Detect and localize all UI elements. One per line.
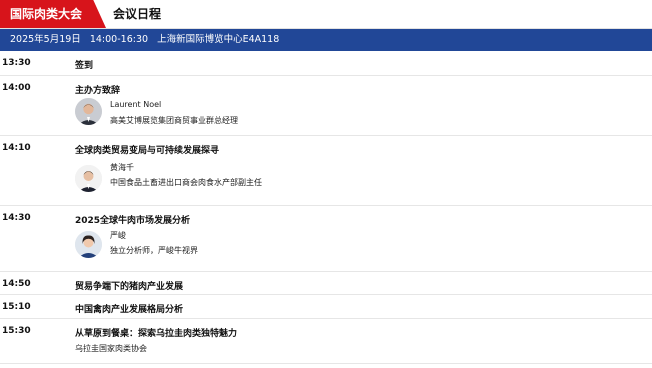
speaker-role: 高美艾博展览集团商贸事业群总经理 [110,116,238,125]
agenda-time: 13:30 [2,58,31,68]
agenda-time: 14:00 [2,83,31,93]
speaker-avatar [75,231,102,258]
agenda-title: 全球肉类贸易变局与可持续发展探寻 [75,146,220,156]
speaker-avatar [75,165,102,192]
speaker-name: 严峻 [110,231,126,240]
top-bar: 国际肉类大会 会议日程 [0,0,652,28]
speaker-card: 严峻 独立分析师，严峻牛视界 [75,228,375,260]
agenda-title: 中国禽肉产业发展格局分析 [75,305,184,315]
speaker-role: 独立分析师，严峻牛视界 [110,246,198,255]
agenda-title: 贸易争端下的猪肉产业发展 [75,282,184,292]
female-avatar-icon [75,231,102,258]
session-venue: 上海新国际博览中心E4A118 [157,34,280,45]
session-time: 14:00-16:30 [89,34,149,45]
agenda-row: 15:10 中国禽肉产业发展格局分析 [0,295,652,319]
session-info-bar: 2025年5月19日 14:00-16:30 上海新国际博览中心E4A118 [0,29,652,51]
speaker-card: 黄海千 中国食品土畜进出口商会肉食水产部副主任 [75,160,375,192]
male-suit-avatar-icon [75,165,102,192]
agenda-row: 14:00 主办方致辞 Laurent Noel 高美艾博展览集团商贸事业群总经… [0,76,652,136]
brand-tab[interactable]: 国际肉类大会 [0,0,106,28]
agenda-time: 15:10 [2,302,31,312]
agenda-title: 主办方致辞 [75,86,121,96]
agenda-time: 15:30 [2,326,31,336]
agenda-organization: 乌拉圭国家肉类协会 [75,344,147,353]
male-suit-avatar-icon [75,98,102,125]
agenda-title: 签到 [75,61,94,71]
page-title: 会议日程 [113,7,162,21]
agenda-row: 14:10 全球肉类贸易变局与可持续发展探寻 黄海千 中国食品土畜进出口商会肉食… [0,136,652,206]
speaker-avatar [75,98,102,125]
speaker-name: 黄海千 [110,163,134,172]
agenda-row: 15:30 从草原到餐桌：探索乌拉圭肉类独特魅力 乌拉圭国家肉类协会 [0,319,652,364]
agenda-title: 从草原到餐桌：探索乌拉圭肉类独特魅力 [75,329,238,339]
speaker-name: Laurent Noel [110,100,162,109]
agenda-row: 13:30 签到 [0,51,652,76]
agenda-title: 2025全球牛肉市场发展分析 [75,216,191,226]
agenda-time: 14:10 [2,143,31,153]
agenda-time: 14:50 [2,279,31,289]
agenda-row: 14:50 贸易争端下的猪肉产业发展 [0,272,652,295]
speaker-card: Laurent Noel 高美艾博展览集团商贸事业群总经理 [75,98,375,130]
agenda-time: 14:30 [2,213,31,223]
speaker-role: 中国食品土畜进出口商会肉食水产部副主任 [110,178,262,187]
session-date: 2025年5月19日 [10,34,81,45]
agenda-row: 14:30 2025全球牛肉市场发展分析 严峻 独立分析师，严峻牛视界 [0,206,652,272]
